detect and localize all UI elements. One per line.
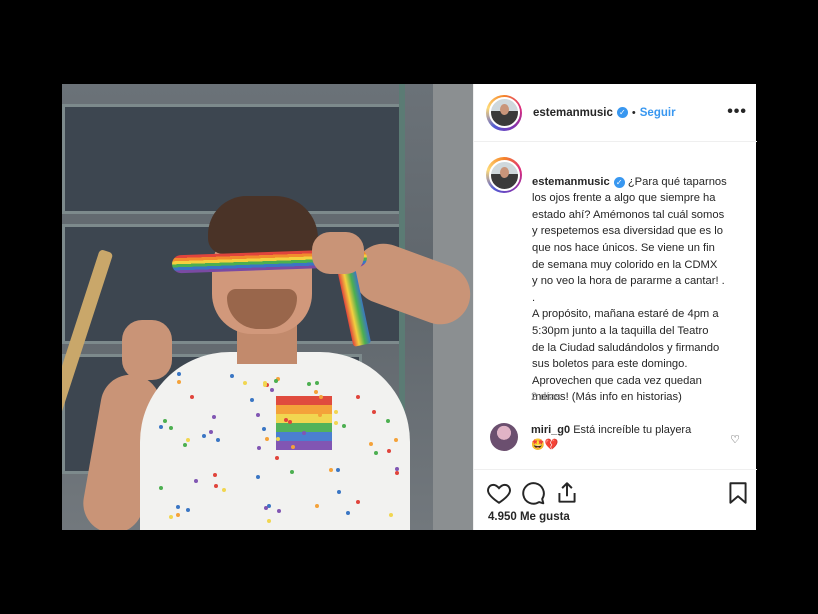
caption-username[interactable]: estemanmusic — [532, 176, 610, 188]
paint-dot — [345, 510, 350, 515]
caption-line: de semana muy colorido en la CDMX — [532, 258, 718, 271]
paint-dot — [255, 474, 260, 479]
paint-dot — [255, 413, 260, 418]
paint-dot — [229, 373, 234, 378]
comment-icon[interactable] — [520, 480, 546, 506]
paint-dot — [162, 419, 167, 424]
paint-dot — [275, 437, 280, 442]
story-ring[interactable] — [486, 157, 522, 193]
post-header: estemanmusic ✓ • Seguir ••• — [474, 84, 757, 142]
post-side-panel: estemanmusic ✓ • Seguir ••• estemanmusic… — [473, 84, 757, 530]
caption: estemanmusic ✓ ¿Para qué taparnos los ojo… — [486, 157, 748, 406]
bookmark-icon[interactable] — [725, 480, 751, 506]
caption-line: y no veo la hora de pararme a cantar! . — [532, 275, 725, 288]
paint-dot — [176, 379, 181, 384]
comment-like-heart-icon[interactable]: ♡ — [730, 433, 740, 446]
caption-text: estemanmusic ✓ ¿Para qué taparnos los ojo… — [532, 157, 727, 406]
comment-row: miri_g0 Está increíble tu playera 🤩💔 ♡ — [486, 423, 748, 453]
paint-dot — [221, 487, 226, 492]
separator-dot: • — [631, 106, 636, 119]
paint-dot — [318, 412, 323, 417]
hair — [208, 196, 318, 254]
paint-dot — [158, 424, 163, 429]
paint-dot — [263, 505, 268, 510]
avatar[interactable] — [488, 97, 520, 128]
paint-dot — [250, 397, 255, 402]
avatar[interactable] — [488, 159, 520, 191]
share-icon[interactable] — [554, 480, 580, 506]
paint-dot — [393, 438, 398, 443]
comment-text: miri_g0 Está increíble tu playera 🤩💔 — [531, 423, 691, 453]
paint-dot — [176, 512, 181, 517]
caption-line: sus boletos para este domingo. — [532, 358, 688, 371]
paint-dot — [208, 430, 213, 434]
commenter-username[interactable]: miri_g0 — [531, 424, 570, 436]
follow-button[interactable]: Seguir — [640, 107, 676, 119]
commenter-avatar[interactable] — [490, 423, 518, 451]
verified-badge-icon: ✓ — [616, 107, 628, 118]
caption-line: y respetemos esa diversidad que es lo — [532, 225, 723, 238]
like-count[interactable]: 4.950 Me gusta — [488, 511, 570, 523]
paint-dot — [194, 478, 199, 483]
caption-line: 5:30pm junto a la taquilla del Teatro — [532, 324, 709, 337]
heart-icon[interactable] — [486, 480, 512, 506]
paint-dot — [189, 394, 194, 399]
paint-dot — [256, 446, 261, 451]
instagram-post: estemanmusic ✓ • Seguir ••• estemanmusic… — [62, 84, 757, 530]
comment-body: Está increíble tu playera — [573, 424, 692, 436]
hand — [122, 320, 172, 380]
caption-line: estado ahí? Amémonos tal cuál somos — [532, 208, 725, 221]
action-bar: 4.950 Me gusta — [474, 469, 757, 530]
caption-line: . — [532, 291, 536, 304]
header-username[interactable]: estemanmusic — [533, 107, 613, 119]
caption-line: A propósito, mañana estaré de 4pm a — [532, 308, 719, 321]
comment-emojis: 🤩💔 — [531, 439, 559, 451]
caption-line: los ojos frente a algo que siempre ha — [532, 192, 716, 205]
post-timestamp[interactable]: 2 días — [531, 391, 561, 403]
caption-line: ¿Para qué taparnos — [627, 175, 727, 188]
paint-dot — [262, 380, 267, 385]
caption-line: que nos hace únicos. Se viene un fin — [532, 241, 715, 254]
rainbow-pocket — [276, 396, 332, 450]
verified-badge-icon: ✓ — [613, 177, 625, 189]
paint-dot — [213, 484, 218, 489]
paint-dot — [314, 380, 319, 385]
more-options-icon[interactable]: ••• — [727, 103, 747, 121]
paint-dot — [215, 437, 220, 442]
caption-line: de la Ciudad saludándolos y firmando — [532, 341, 720, 354]
paint-dot — [267, 518, 272, 523]
caption-line: Aprovechen que cada vez quedan — [532, 374, 702, 387]
paint-dot — [283, 417, 288, 422]
paint-dot — [176, 372, 181, 377]
paint-dot — [274, 455, 279, 460]
paint-dot — [313, 390, 318, 395]
paint-dot — [394, 471, 399, 476]
post-photo[interactable] — [62, 84, 473, 530]
paint-dot — [301, 431, 306, 436]
paint-dot — [185, 437, 190, 442]
story-ring[interactable] — [486, 94, 522, 131]
paint-dot — [169, 514, 174, 519]
hand — [312, 232, 364, 274]
